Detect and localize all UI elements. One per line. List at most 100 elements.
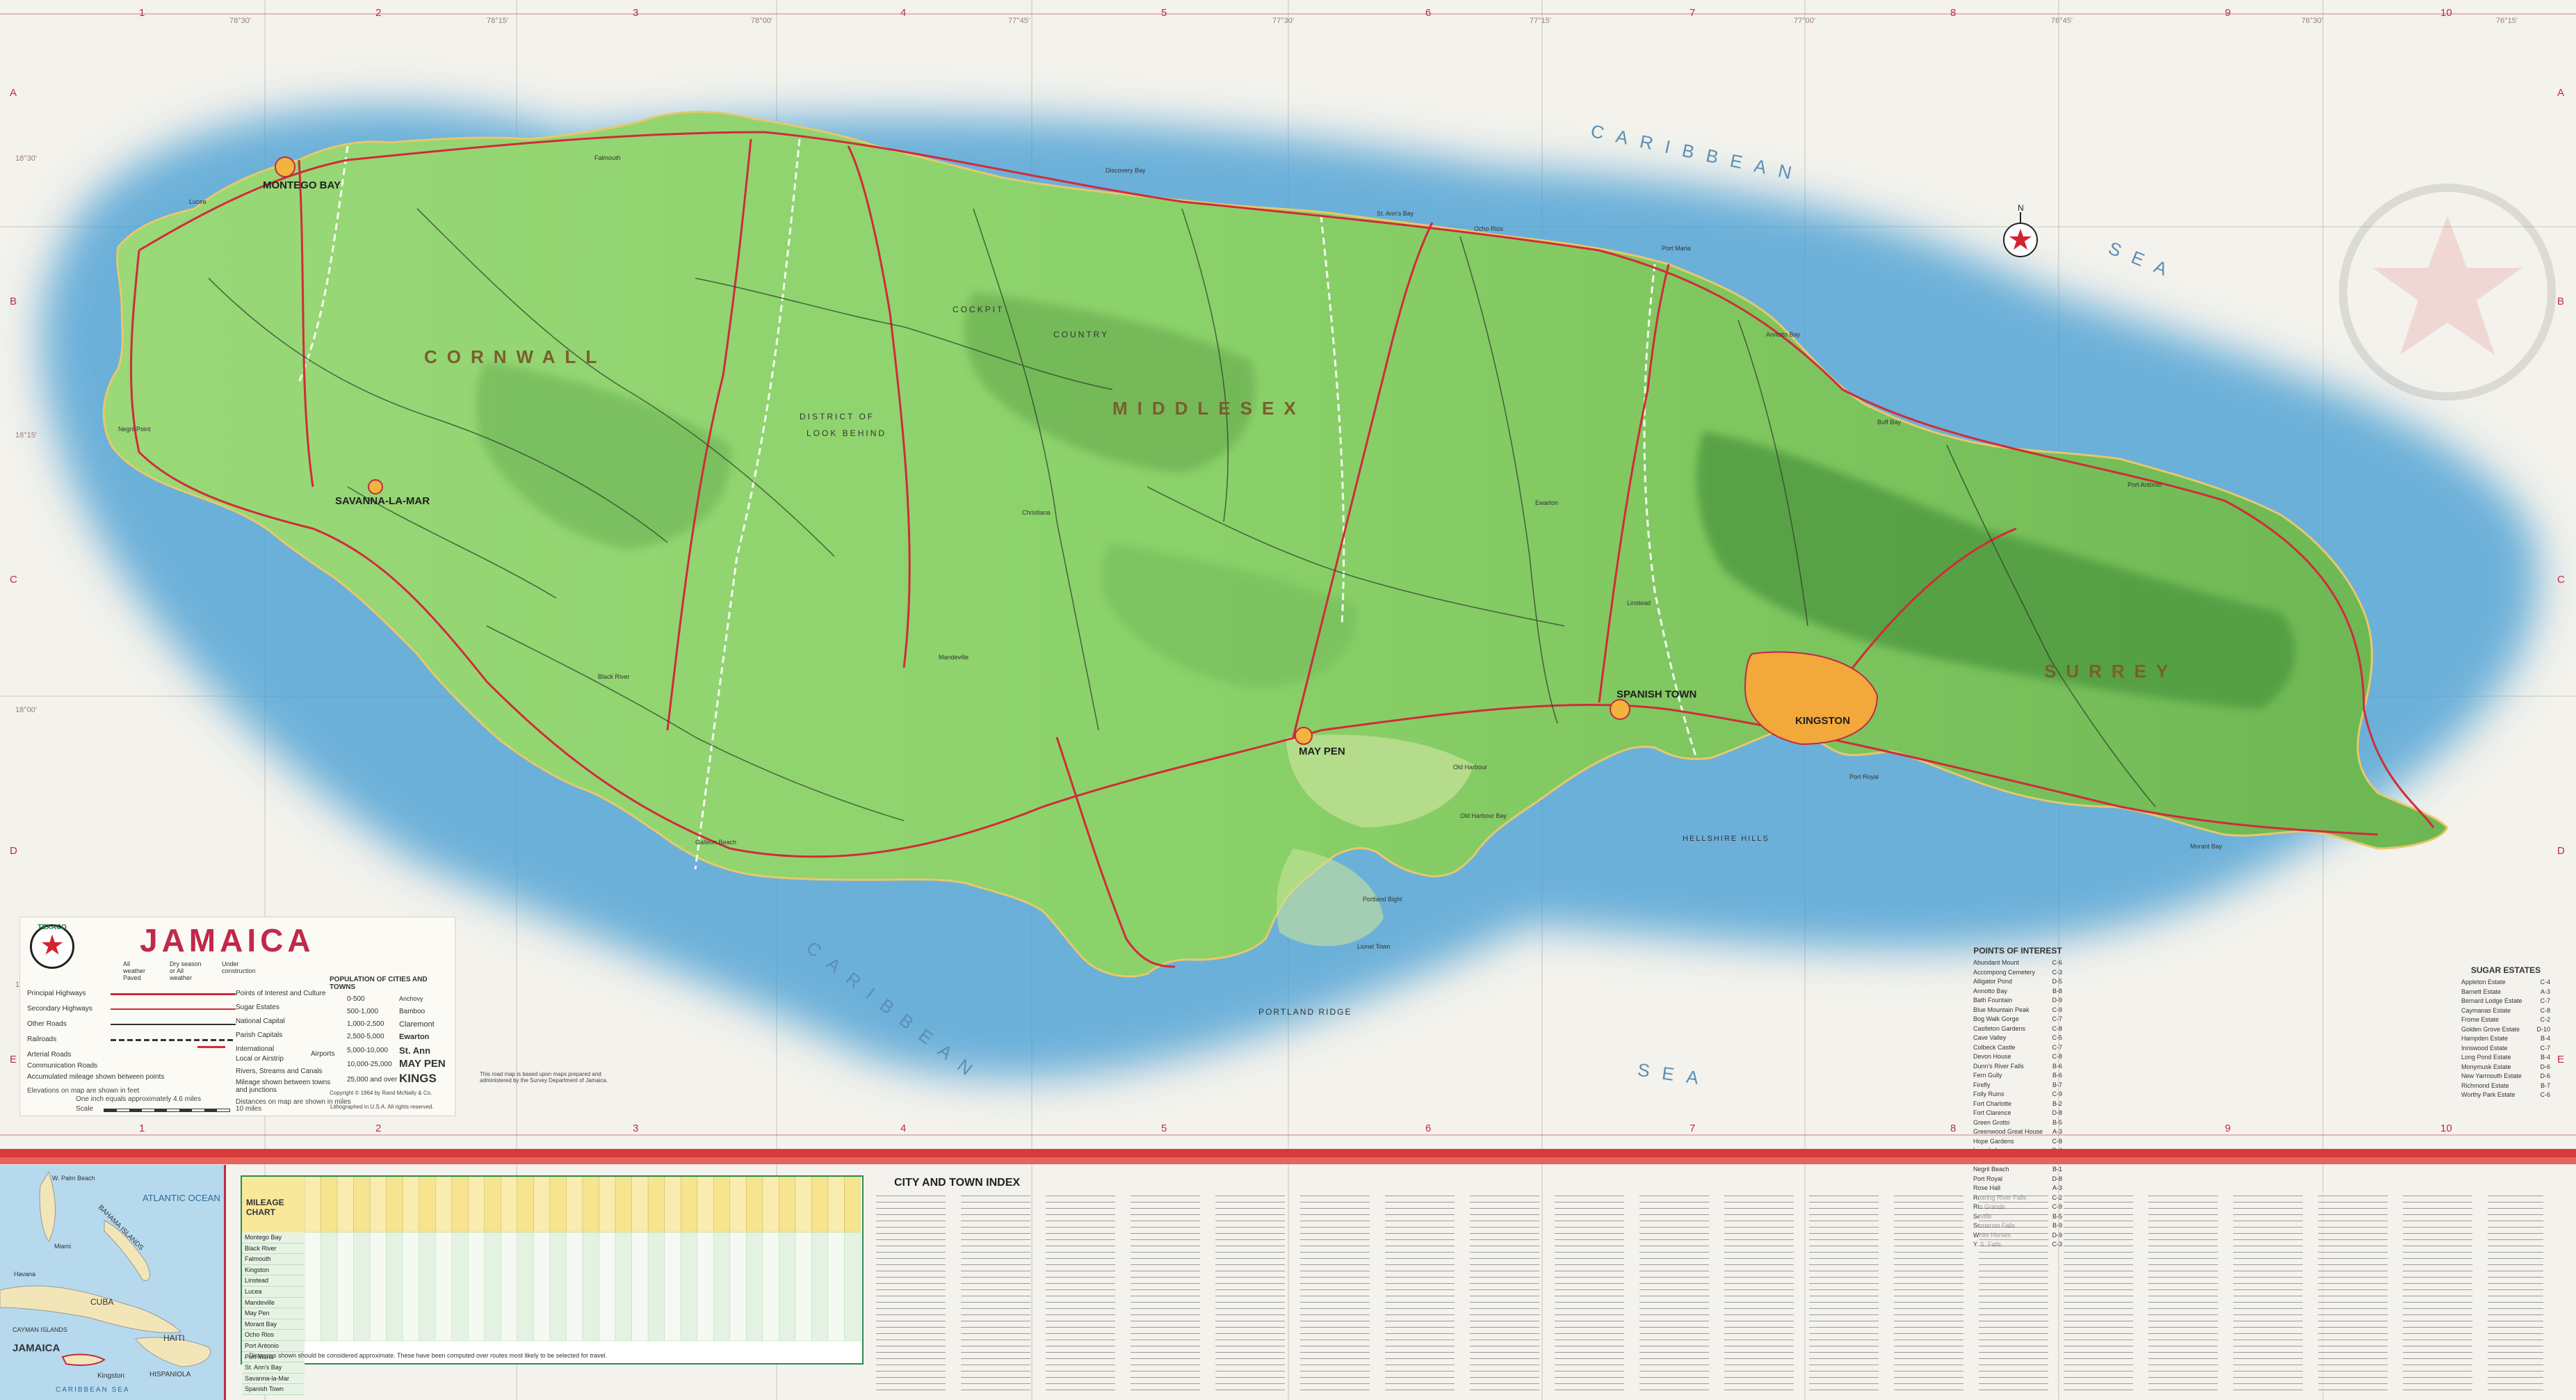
poi-item-ref: D-5 xyxy=(2052,978,2062,985)
sugar-estate-item-ref: A-3 xyxy=(2540,988,2550,995)
town-label: Black River xyxy=(598,673,630,680)
population-sample: Bamboo xyxy=(399,1008,426,1015)
town-label: Port Royal xyxy=(1849,773,1879,780)
grid-column-label: 4 xyxy=(900,1123,907,1134)
index-column xyxy=(1131,1192,1200,1394)
mileage-chart: MILEAGE CHART Montego Bay Black River Falm… xyxy=(241,1175,864,1395)
town-label: Falmouth xyxy=(594,154,621,161)
sugar-estate-item-name: Richmond Estate xyxy=(2461,1081,2509,1089)
poi-item-name: Accompong Cemetery xyxy=(1973,968,2036,976)
poi-item: Hope Gardens C-8 xyxy=(1973,1137,2062,1147)
mileage-column-head xyxy=(615,1177,632,1233)
mileage-column xyxy=(305,1232,321,1342)
poi-item-name: Bath Fountain xyxy=(1973,997,2013,1004)
mileage-column-head xyxy=(353,1177,371,1233)
town-label: Mandeville xyxy=(939,654,969,661)
poi-title: POINTS OF INTEREST xyxy=(1973,946,2062,956)
sugar-title: SUGAR ESTATES xyxy=(2470,965,2541,975)
city-label: KINGSTON xyxy=(1795,715,1850,727)
mileage-column-head xyxy=(647,1177,665,1233)
mileage-column xyxy=(599,1232,616,1342)
index-column xyxy=(2318,1192,2388,1394)
inset-jamaica-label: JAMAICA xyxy=(13,1342,60,1354)
longitude-label: 77°15' xyxy=(1530,17,1551,25)
legend-road-swatch xyxy=(111,1024,236,1025)
mileage-column-head xyxy=(305,1177,321,1233)
poi-item-ref: C-7 xyxy=(2052,1043,2062,1051)
lithographed-note: Lithographed in U.S.A. All rights reserv… xyxy=(330,1104,434,1110)
legend-col-head: All weather Paved xyxy=(123,960,146,981)
poi-item-ref: C-3 xyxy=(2052,1241,2062,1248)
mileage-column xyxy=(402,1232,419,1342)
sugar-estate-item: New Yarmouth Estate D-6 xyxy=(2461,1072,2550,1081)
grid-row-label: B xyxy=(2557,296,2565,307)
grid-column-label: 10 xyxy=(2440,7,2452,19)
star-icon: ★ xyxy=(40,930,65,961)
parish-label: MIDDLESEX xyxy=(1112,398,1306,419)
index-column xyxy=(1724,1192,1794,1394)
inset-palm-beach-label: W. Palm Beach xyxy=(52,1175,95,1182)
mileage-row-label: Mandeville xyxy=(242,1297,305,1309)
grid-column-label: 9 xyxy=(2225,1123,2231,1134)
poi-item-ref: C-9 xyxy=(2052,1006,2062,1013)
grid-row-label: D xyxy=(2557,845,2565,857)
poi-item-name: Abundant Mount xyxy=(1973,959,2020,966)
scale-label: Scale xyxy=(76,1105,94,1113)
mileage-column xyxy=(419,1232,436,1342)
poi-item: Port Royal D-8 xyxy=(1973,1175,2062,1184)
sugar-estate-item: Monymusk Estate D-6 xyxy=(2461,1063,2550,1072)
poi-item-name: Negril Beach xyxy=(1973,1166,2009,1173)
poi-item-ref: B-6 xyxy=(2052,1062,2062,1070)
poi-item: Bog Walk Gorge C-7 xyxy=(1973,1015,2062,1024)
region-label: COCKPIT xyxy=(953,305,1005,314)
town-label: Buff Bay xyxy=(1877,419,1901,426)
sugar-estate-item: Innswood Estate C-7 xyxy=(2461,1044,2550,1054)
longitude-label: 77°00' xyxy=(1794,17,1815,25)
poi-item-ref: B-8 xyxy=(2052,987,2062,995)
town-label: Ewarton xyxy=(1535,499,1559,506)
map-legend: TEXACO ★ JAMAICA All weather Paved Dry s… xyxy=(19,917,455,1116)
poi-item-name: Fort Charlotte xyxy=(1973,1100,2012,1107)
longitude-label: 78°00' xyxy=(751,17,772,25)
mileage-column xyxy=(369,1232,387,1342)
index-column xyxy=(1894,1192,1963,1394)
mileage-column xyxy=(697,1232,714,1342)
parish-label: SURREY xyxy=(2044,661,2178,682)
legend-symbol-label: Local or Airstrip xyxy=(236,1055,284,1063)
mileage-row-label: Morant Bay xyxy=(242,1319,305,1330)
grid-column-label: 3 xyxy=(633,7,639,19)
poi-item: Bath Fountain D-9 xyxy=(1973,996,2062,1006)
poi-item: Fort Clarence D-8 xyxy=(1973,1109,2062,1118)
grid-column-label: 7 xyxy=(1690,7,1696,19)
poi-item: Blue Mountain Peak C-9 xyxy=(1973,1006,2062,1015)
inset-haiti-label: HAITI xyxy=(163,1333,185,1343)
grid-column-label: 6 xyxy=(1425,7,1432,19)
mileage-column-head xyxy=(582,1177,599,1233)
sugar-list: Appleton Estate C-4 Barnett Estate A-3 Berna… xyxy=(2461,978,2550,1100)
sugar-estate-item-ref: D-6 xyxy=(2540,1072,2550,1079)
poi-item-ref: B-5 xyxy=(2052,1118,2062,1126)
poi-item-name: Firefly xyxy=(1973,1081,1991,1088)
mileage-column xyxy=(729,1232,747,1342)
population-sample: Claremont xyxy=(399,1020,435,1029)
poi-item-ref: B-7 xyxy=(2052,1081,2062,1088)
inset-havana-label: Havana xyxy=(14,1271,36,1278)
sugar-estate-item: Long Pond Estate B-4 xyxy=(2461,1053,2550,1063)
inset-cuba-label: CUBA xyxy=(90,1297,114,1307)
inset-kingston-label: Kingston xyxy=(97,1372,124,1380)
poi-item-name: Castleton Gardens xyxy=(1973,1024,2026,1032)
poi-item-name: Bog Walk Gorge xyxy=(1973,1015,2019,1022)
poi-item-ref: B-5 xyxy=(2052,1212,2062,1220)
grid-row-label: C xyxy=(10,574,17,586)
mileage-column-head xyxy=(451,1177,469,1233)
inset-miami-label: Miami xyxy=(54,1243,71,1250)
grid-column-label: 2 xyxy=(375,7,382,19)
mileage-column xyxy=(827,1232,845,1342)
index-column xyxy=(1979,1192,2048,1394)
grid-row-label: A xyxy=(10,87,17,99)
grid-row-label: E xyxy=(10,1054,17,1065)
sugar-estate-item: Worthy Park Estate C-6 xyxy=(2461,1091,2550,1100)
legend-symbol-label: International xyxy=(236,1045,275,1053)
index-column xyxy=(1555,1192,1624,1394)
sugar-estate-item-ref: C-7 xyxy=(2540,1044,2550,1052)
